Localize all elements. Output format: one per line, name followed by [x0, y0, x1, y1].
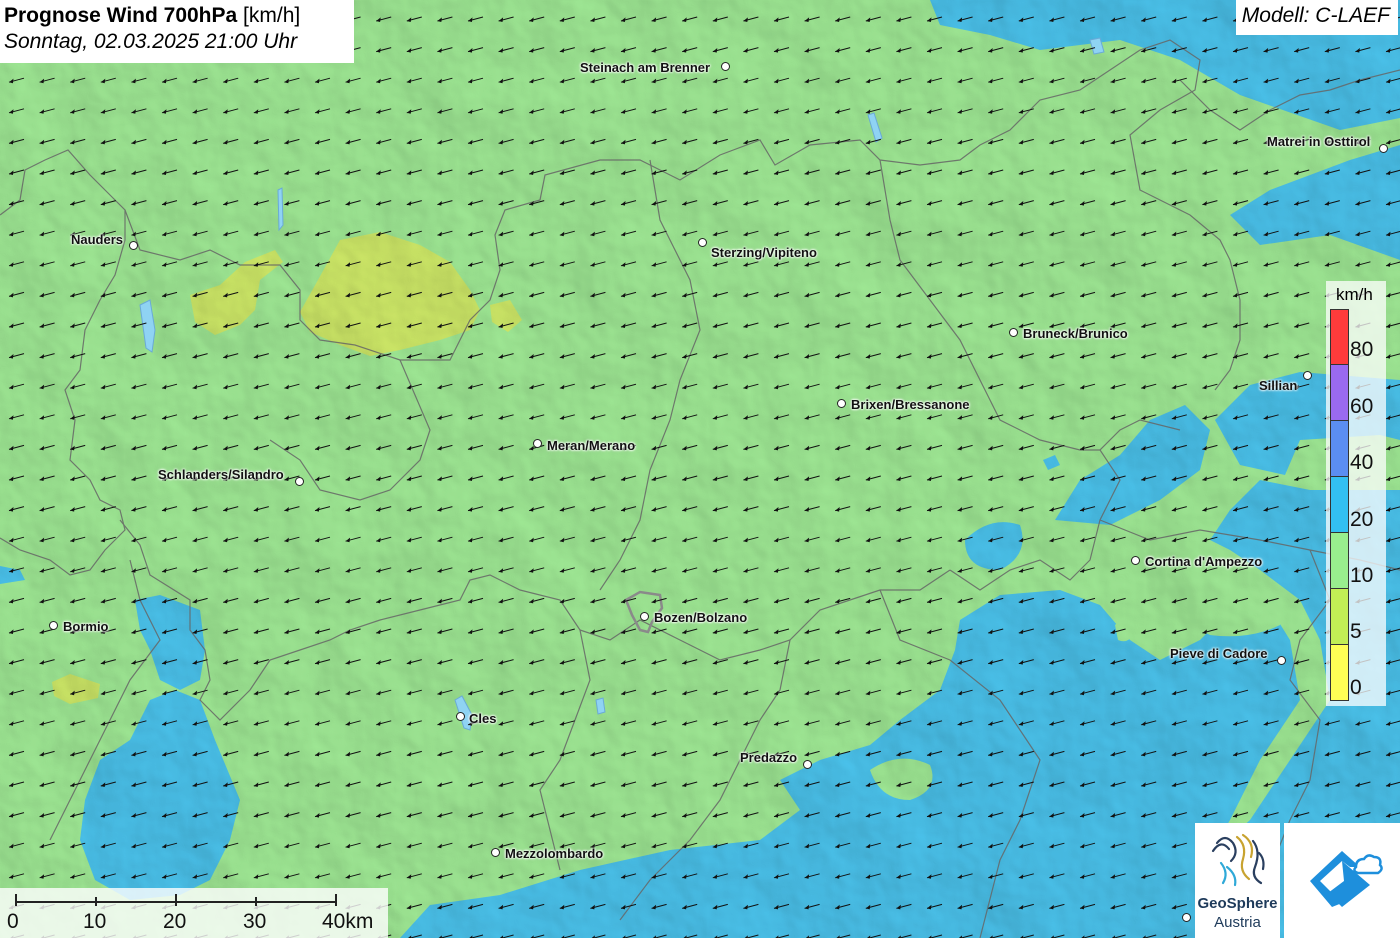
- scale-label: 0: [7, 910, 19, 933]
- city-label-brixen[interactable]: Brixen/Bressanone: [851, 397, 970, 412]
- city-label-bozen[interactable]: Bozen/Bolzano: [654, 610, 747, 625]
- city-marker[interactable]: [721, 62, 730, 71]
- city-marker[interactable]: [640, 612, 649, 621]
- legend-swatch: [1330, 365, 1349, 421]
- legend-label: 20: [1350, 508, 1374, 531]
- city-label-matrei[interactable]: Matrei in Osttirol: [1267, 134, 1370, 149]
- city-label-sterzing[interactable]: Sterzing/Vipiteno: [711, 245, 817, 260]
- city-label-predazzo[interactable]: Predazzo: [740, 750, 797, 765]
- legend-swatch: [1330, 477, 1349, 533]
- legend-swatch: [1330, 645, 1349, 701]
- city-marker[interactable]: [533, 439, 542, 448]
- weather-app-logo[interactable]: [1284, 823, 1400, 938]
- legend-swatch: [1330, 589, 1349, 645]
- title-unit: [km/h]: [243, 4, 301, 27]
- color-legend: km/h 80 60 40 20 10 5 0: [1326, 281, 1386, 706]
- legend-label: 40: [1350, 451, 1374, 474]
- city-label-pieve[interactable]: Pieve di Cadore: [1170, 646, 1268, 661]
- city-label-schlanders[interactable]: Schlanders/Silandro: [158, 467, 284, 482]
- legend-label: 80: [1350, 338, 1374, 361]
- model-label: Modell: C-LAEF: [1235, 0, 1398, 35]
- title-text: Prognose Wind 700hPa: [4, 4, 238, 27]
- city-marker[interactable]: [456, 712, 465, 721]
- city-marker[interactable]: [1182, 913, 1191, 922]
- scale-label: 20: [163, 910, 187, 933]
- city-label-bormio[interactable]: Bormio: [63, 619, 109, 634]
- legend-swatch: [1330, 421, 1349, 477]
- map-title: Prognose Wind 700hPa [km/h] Sonntag, 02.…: [0, 0, 354, 63]
- city-label-nauders[interactable]: Nauders: [71, 232, 123, 247]
- city-marker[interactable]: [129, 241, 138, 250]
- city-label-sillian[interactable]: Sillian: [1259, 378, 1297, 393]
- city-label-steinach[interactable]: Steinach am Brenner: [580, 60, 710, 75]
- city-marker[interactable]: [1131, 556, 1140, 565]
- scale-bar: 0 10 20 30 40km: [0, 888, 388, 938]
- scale-label: 10: [83, 910, 107, 933]
- geosphere-logo[interactable]: GeoSphere Austria: [1195, 823, 1280, 938]
- forecast-datetime: Sonntag, 02.03.2025 21:00 Uhr: [4, 30, 298, 53]
- legend-label: 60: [1350, 395, 1374, 418]
- geosphere-country: Austria: [1214, 914, 1261, 931]
- scale-label: 40km: [322, 910, 374, 933]
- legend-label: 5: [1350, 620, 1362, 643]
- city-label-bruneck[interactable]: Bruneck/Brunico: [1023, 326, 1128, 341]
- city-marker[interactable]: [698, 238, 707, 247]
- legend-swatch: [1330, 309, 1349, 365]
- geosphere-name: GeoSphere: [1197, 895, 1278, 912]
- geosphere-emblem-icon: [1211, 833, 1265, 887]
- city-marker[interactable]: [803, 760, 812, 769]
- city-marker[interactable]: [1277, 656, 1286, 665]
- scale-label: 30: [243, 910, 267, 933]
- city-marker[interactable]: [1303, 371, 1312, 380]
- cloud-arrow-logo-icon: [1310, 851, 1383, 907]
- city-marker[interactable]: [1379, 144, 1388, 153]
- legend-unit: km/h: [1336, 285, 1373, 304]
- city-marker[interactable]: [49, 621, 58, 630]
- city-marker[interactable]: [837, 399, 846, 408]
- title-line: Prognose Wind 700hPa [km/h]: [4, 4, 350, 28]
- city-marker[interactable]: [491, 848, 500, 857]
- legend-label: 0: [1350, 676, 1362, 699]
- legend-swatch: [1330, 533, 1349, 589]
- city-label-mezzolombardo[interactable]: Mezzolombardo: [505, 846, 603, 861]
- city-label-cortina[interactable]: Cortina d'Ampezzo: [1145, 554, 1262, 569]
- legend-label: 10: [1350, 564, 1374, 587]
- city-marker[interactable]: [1009, 328, 1018, 337]
- city-label-meran[interactable]: Meran/Merano: [547, 438, 635, 453]
- city-marker[interactable]: [295, 477, 304, 486]
- city-label-cles[interactable]: Cles: [469, 711, 496, 726]
- legend-color-bar: [1330, 309, 1349, 701]
